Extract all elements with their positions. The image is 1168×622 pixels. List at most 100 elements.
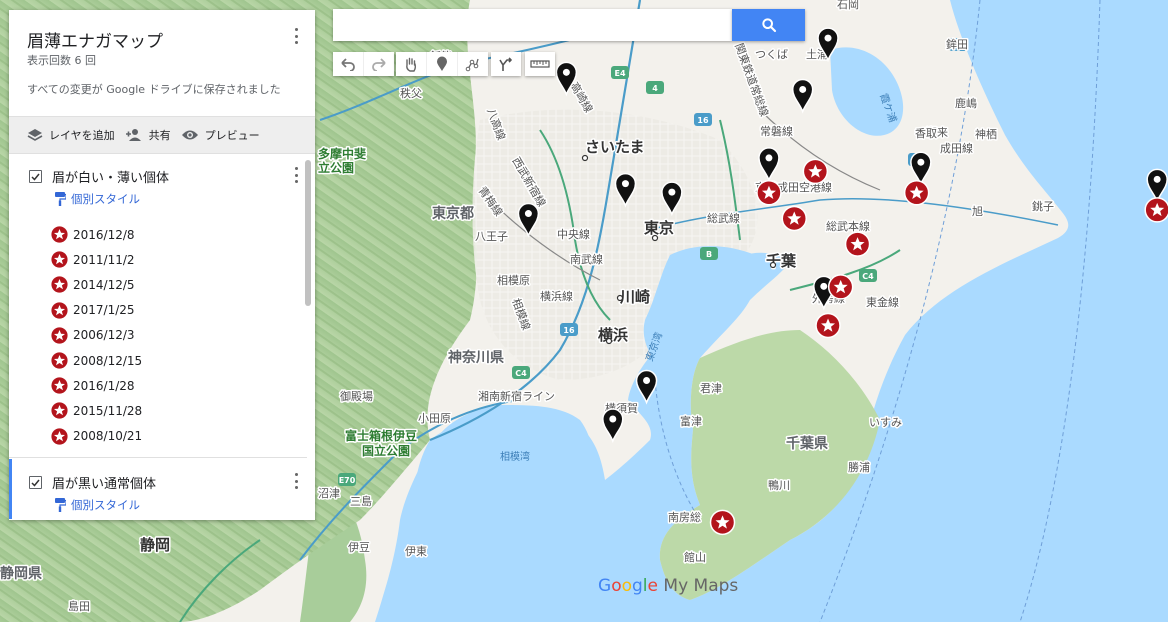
select-tool-button[interactable]: [396, 52, 427, 76]
map-legend-panel: 眉薄エナガマップ 表示回数 6 回 すべての変更が Google ドライブに保存…: [9, 10, 315, 520]
map-label-kanagawa: 神奈川県: [448, 349, 504, 366]
marker-date: 2006/12/3: [73, 328, 135, 343]
map-label-tokyo_to: 東京都: [432, 205, 474, 222]
star-marker-icon: [51, 377, 68, 394]
paint-roller-icon: [55, 192, 66, 206]
measure-button[interactable]: [525, 52, 555, 76]
marker-list-item[interactable]: 2011/11/2: [51, 247, 142, 272]
marker-list-item[interactable]: 2015/11/28: [51, 398, 142, 423]
checkmark-icon: [31, 173, 40, 181]
map-label-choshi: 銚子: [1032, 199, 1054, 213]
map-label-kamogawa: 鴨川: [768, 478, 790, 492]
marker-list-item[interactable]: 2014/12/5: [51, 272, 142, 297]
layer-style-label: 個別スタイル: [71, 498, 140, 512]
layer-name[interactable]: 眉が白い・薄い個体: [52, 167, 169, 186]
layer-style-link[interactable]: 個別スタイル: [55, 191, 140, 207]
map-label-hachioji: 八王子: [475, 230, 508, 243]
white-brow-marker[interactable]: [756, 180, 782, 206]
white-brow-marker[interactable]: [709, 509, 736, 536]
dot-icon: [294, 34, 298, 38]
route-shield: E70: [338, 473, 356, 486]
layer-options-button[interactable]: [288, 166, 304, 184]
marker-list-item[interactable]: 2016/12/8: [51, 222, 142, 247]
share-button[interactable]: 共有: [125, 127, 171, 143]
layer-style-link[interactable]: 個別スタイル: [55, 497, 140, 513]
map-label-chuo: 中央線: [557, 227, 590, 241]
marker-date: 2016/1/28: [73, 378, 135, 393]
draw-line-button[interactable]: [458, 52, 488, 76]
star-marker-icon: [51, 302, 68, 319]
dot-icon: [294, 473, 298, 476]
route-shield: E4: [611, 66, 629, 79]
route-toolbar: [491, 52, 521, 76]
svg-text:4: 4: [652, 84, 658, 93]
marker-date: 2014/12/5: [73, 277, 135, 292]
map-label-sobu_hon: 総武本線: [826, 219, 870, 233]
layer-visibility-checkbox[interactable]: [29, 476, 42, 489]
white-brow-marker[interactable]: [781, 205, 808, 232]
layer-header-white-brow[interactable]: 眉が白い・薄い個体: [29, 167, 169, 186]
redo-button[interactable]: [364, 52, 394, 76]
map-label-chichibu: 秩父: [400, 87, 422, 100]
map-options-button[interactable]: [288, 27, 304, 45]
white-brow-marker[interactable]: [1144, 197, 1168, 223]
marker-list-item[interactable]: 2016/1/28: [51, 373, 142, 398]
marker-list-item[interactable]: 2006/12/3: [51, 323, 142, 348]
map-label-kashima: 鹿嶋: [955, 96, 977, 110]
search-button[interactable]: [732, 9, 805, 41]
marker-list-item[interactable]: 2008/12/15: [51, 348, 142, 373]
white-brow-marker[interactable]: [815, 312, 841, 339]
map-label-shonan: 湘南新宿ライン: [478, 389, 555, 403]
map-title[interactable]: 眉薄エナガマップ: [27, 27, 163, 52]
map-label-odawara: 小田原: [418, 412, 451, 425]
scrollbar[interactable]: [305, 160, 311, 306]
map-label-futtsu: 富津: [680, 414, 702, 428]
layer-name[interactable]: 眉が黒い通常個体: [52, 473, 156, 492]
edit-toolbar: [396, 52, 488, 76]
view-count: 表示回数 6 回: [27, 54, 96, 67]
dot-icon: [294, 486, 298, 489]
marker-list-item[interactable]: 2017/1/25: [51, 298, 142, 323]
svg-text:C4: C4: [515, 369, 527, 378]
preview-button[interactable]: プレビュー: [181, 127, 260, 143]
map-label-gotemba: 御殿場: [340, 389, 373, 403]
route-shield: B: [700, 247, 718, 260]
layer-options-button[interactable]: [288, 472, 304, 490]
undo-button[interactable]: [333, 52, 364, 76]
map-label-kimitsu: 君津: [700, 382, 722, 395]
dot-icon: [294, 41, 298, 44]
redo-icon: [372, 58, 386, 71]
map-label-ito: 伊東: [405, 545, 427, 558]
add-marker-button[interactable]: [427, 52, 458, 76]
map-label-chiba_ken: 千葉県: [786, 435, 828, 452]
checkmark-icon: [31, 479, 40, 487]
map-label-tama: 多摩中斐: [318, 146, 366, 161]
star-marker-icon: [51, 327, 68, 344]
city-dot: [616, 294, 624, 302]
white-brow-marker[interactable]: [827, 274, 854, 300]
white-brow-marker[interactable]: [844, 231, 871, 257]
save-status: すべての変更が Google ドライブに保存されました: [27, 83, 281, 96]
dot-icon: [294, 28, 298, 31]
history-toolbar: [333, 52, 394, 76]
marker-list-item[interactable]: 2008/10/21: [51, 424, 142, 449]
map-label-isumi: いすみ: [869, 416, 902, 429]
white-brow-marker[interactable]: [802, 158, 829, 185]
preview-label: プレビュー: [204, 129, 260, 142]
star-marker-icon: [51, 402, 68, 419]
map-label-hokota: 鉾田: [946, 37, 968, 51]
dot-icon: [294, 173, 298, 177]
map-label-minamiboso: 南房総: [668, 510, 701, 524]
search-input[interactable]: [333, 9, 732, 41]
add-layer-button[interactable]: レイヤを追加: [27, 127, 115, 143]
layer-header-black-brow[interactable]: 眉が黒い通常個体: [29, 473, 156, 492]
layer-visibility-checkbox[interactable]: [29, 170, 42, 183]
dot-icon: [294, 479, 298, 483]
directions-button[interactable]: [491, 52, 521, 76]
measure-toolbar: [525, 52, 555, 76]
map-label-kamisu: 神栖: [975, 127, 997, 141]
white-brow-marker[interactable]: [903, 180, 930, 206]
marker-date: 2011/11/2: [73, 252, 135, 267]
map-actions-bar: レイヤを追加 共有 プレビュー: [9, 116, 315, 154]
svg-text:16: 16: [563, 326, 575, 335]
